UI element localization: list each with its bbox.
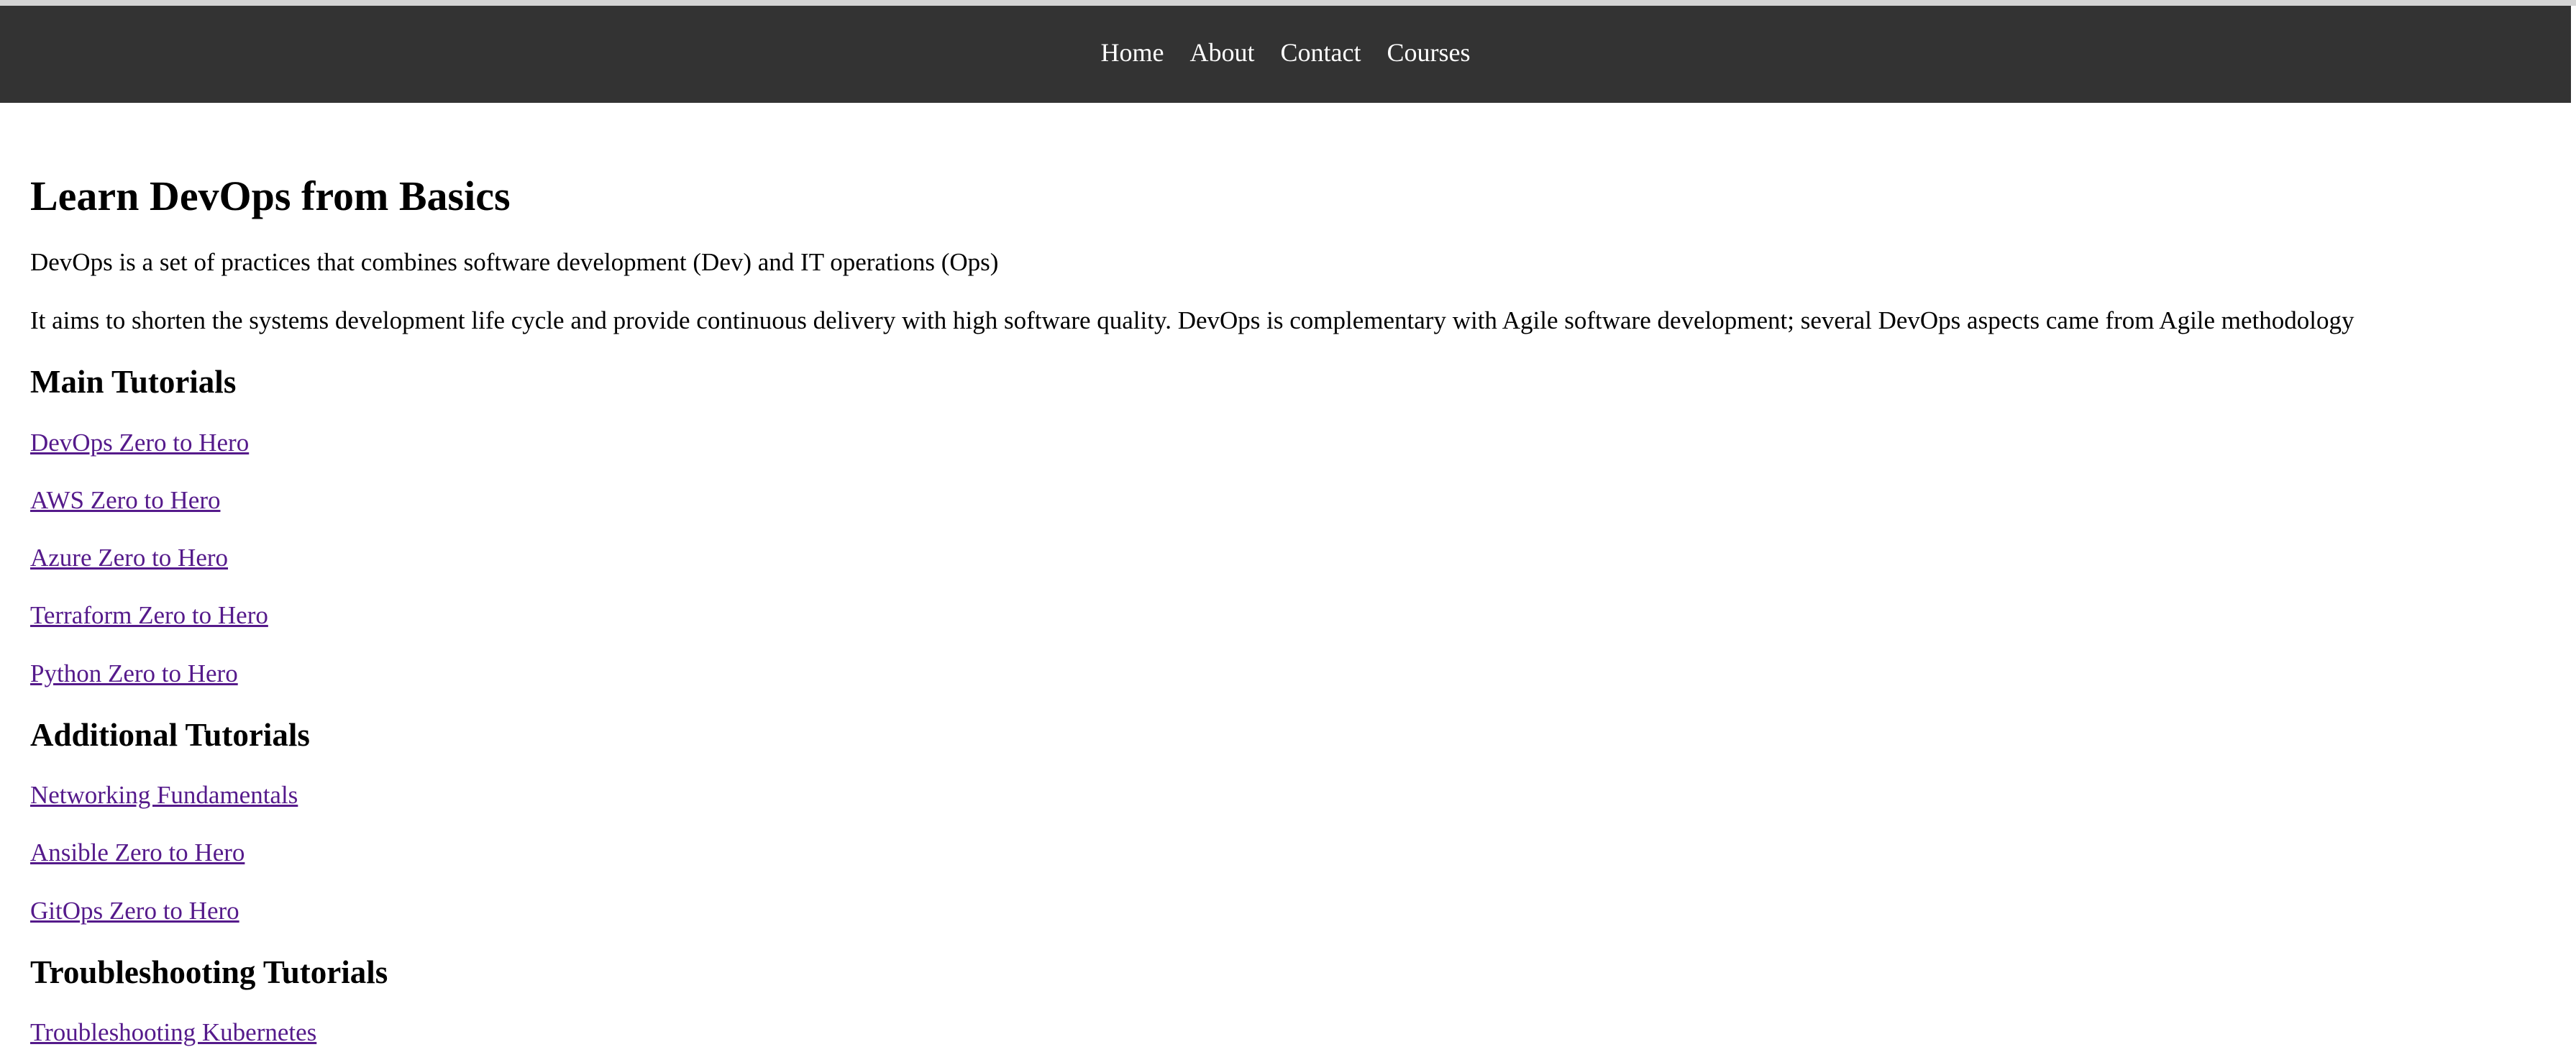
nav-item-courses[interactable]: Courses (1374, 38, 1483, 67)
list-item: GitOps Zero to Hero (30, 868, 2546, 925)
nav-link-about[interactable]: About (1177, 38, 1268, 67)
list-item: Troubleshooting Kubernetes (30, 989, 2546, 1047)
link-ansible-zero-to-hero[interactable]: Ansible Zero to Hero (30, 838, 245, 867)
nav-link-courses[interactable]: Courses (1374, 38, 1483, 67)
link-azure-zero-to-hero[interactable]: Azure Zero to Hero (30, 544, 228, 572)
nav-item-about[interactable]: About (1177, 38, 1268, 67)
list-item: AWS Zero to Hero (30, 457, 2546, 515)
link-aws-zero-to-hero[interactable]: AWS Zero to Hero (30, 486, 220, 514)
page-title: Learn DevOps from Basics (30, 173, 511, 219)
list-item: Terraform Zero to Hero (30, 572, 2546, 630)
browser-top-strip (0, 0, 2576, 6)
nav-list: Home About Contact Courses (0, 6, 2571, 67)
list-item: Networking Fundamentals (30, 752, 2546, 810)
link-devops-zero-to-hero[interactable]: DevOps Zero to Hero (30, 429, 249, 457)
intro-paragraph-1: DevOps is a set of practices that combin… (30, 247, 999, 276)
section-title-troubleshooting-tutorials: Troubleshooting Tutorials (30, 954, 388, 990)
nav-link-home[interactable]: Home (1088, 38, 1177, 67)
link-python-zero-to-hero[interactable]: Python Zero to Hero (30, 659, 238, 687)
link-gitops-zero-to-hero[interactable]: GitOps Zero to Hero (30, 897, 239, 925)
site-header: Home About Contact Courses (0, 6, 2571, 103)
list-item: Python Zero to Hero (30, 631, 2546, 688)
primary-navigation: Home About Contact Courses (0, 6, 2571, 67)
list-item: Azure Zero to Hero (30, 515, 2546, 572)
nav-item-home[interactable]: Home (1088, 38, 1177, 67)
main-content: Learn DevOps from Basics DevOps is a set… (0, 103, 2576, 1047)
link-networking-fundamentals[interactable]: Networking Fundamentals (30, 781, 298, 809)
nav-link-contact[interactable]: Contact (1268, 38, 1374, 67)
section-title-additional-tutorials: Additional Tutorials (30, 716, 310, 753)
intro-paragraph-2: It aims to shorten the systems developme… (30, 306, 2355, 335)
link-terraform-zero-to-hero[interactable]: Terraform Zero to Hero (30, 601, 268, 629)
list-item: DevOps Zero to Hero (30, 400, 2546, 457)
nav-item-contact[interactable]: Contact (1268, 38, 1374, 67)
list-item: Ansible Zero to Hero (30, 810, 2546, 867)
section-title-main-tutorials: Main Tutorials (30, 364, 237, 401)
